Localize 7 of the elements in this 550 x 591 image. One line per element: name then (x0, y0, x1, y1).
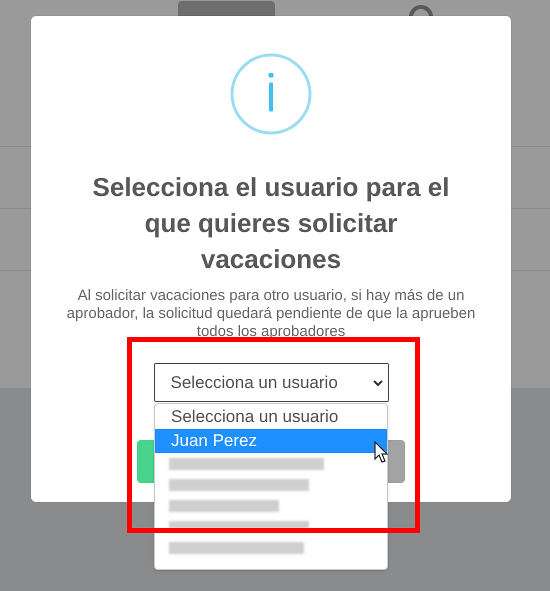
dialog-message: Al solicitar vacaciones para otro usuario, si hay más de un aprobador, la solicitud quedará pendiente de que la aprueben todos los aprobadores (66, 287, 476, 341)
info-icon (230, 53, 312, 135)
user-select[interactable]: Selecciona un usuario (154, 363, 388, 402)
dropdown-option[interactable]: Selecciona un usuario (155, 405, 387, 429)
chevron-icon (372, 378, 382, 386)
dialog-title: Selecciona el usuario para el que quieres solicitar vacaciones (92, 171, 450, 276)
search-icon[interactable] (408, 4, 434, 18)
